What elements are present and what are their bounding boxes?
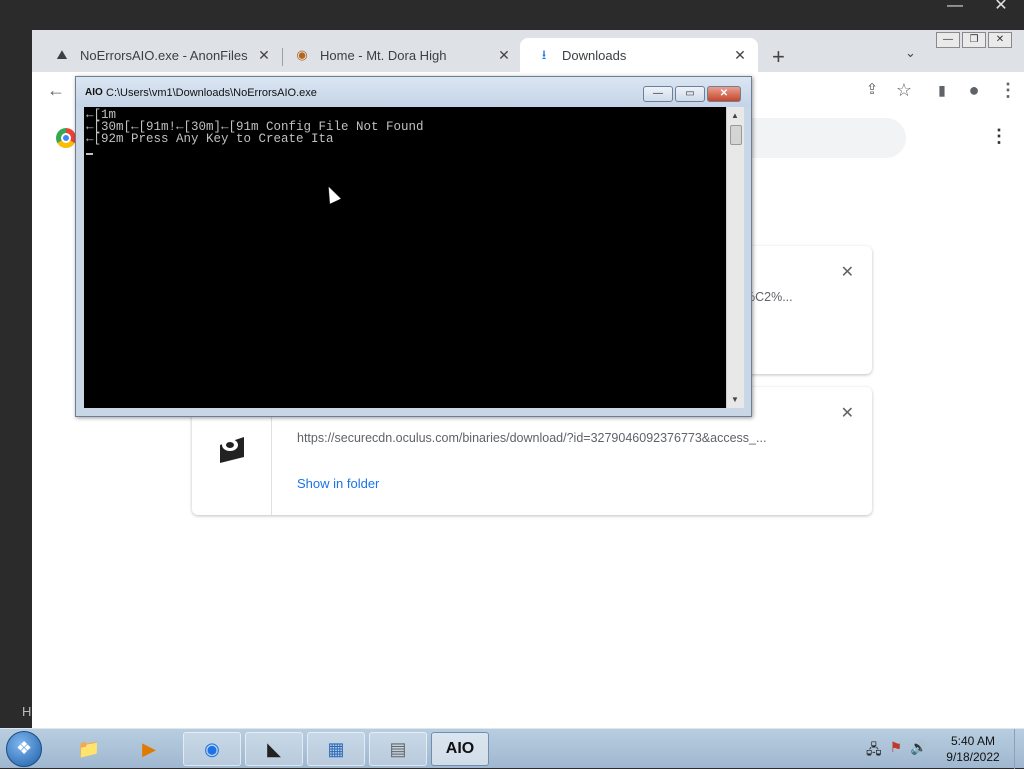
tab-title: Downloads xyxy=(562,47,627,63)
console-scrollbar[interactable]: ▲ ▼ xyxy=(726,107,744,408)
download-icon: ⭳ xyxy=(541,47,547,62)
console-output[interactable]: ←[1m ←[30m[←[91m!←[30m]←[91m Config File … xyxy=(84,107,726,408)
taskbar-aio-icon[interactable]: AIO xyxy=(431,732,489,766)
action-center-flag-icon[interactable]: ⚑ xyxy=(890,739,903,763)
clock-time: 5:40 AM xyxy=(950,734,996,748)
console-close-button[interactable]: ✕ xyxy=(707,86,741,102)
close-icon[interactable]: ✕ xyxy=(496,47,512,64)
taskbar-explorer-icon[interactable]: 📁 xyxy=(60,732,118,766)
close-icon[interactable]: ✕ xyxy=(841,262,854,282)
scroll-down-arrow-icon[interactable]: ▼ xyxy=(731,395,739,404)
clock[interactable]: 5:40 AM 9/18/2022 xyxy=(938,733,1008,765)
side-panel-icon[interactable]: ▮ xyxy=(930,82,954,99)
tab-mtdora[interactable]: ◉ Home - Mt. Dora High ✕ xyxy=(278,38,522,72)
start-button[interactable]: ❖ xyxy=(6,731,42,767)
share-icon[interactable]: ⇪ xyxy=(860,80,884,98)
console-window-controls: — ▭ ✕ xyxy=(643,86,741,102)
windows-logo-icon: ❖ xyxy=(16,738,33,758)
tab-title: NoErrorsAIO.exe - AnonFiles xyxy=(80,47,248,63)
browser-menu-icon[interactable]: ⋮ xyxy=(996,80,1020,101)
taskbar: ❖ 📁 ▶ ◉ ◣ ▦ ▤ AIO 🖧 ⚑ 🔊 5:40 AM 9/18/202… xyxy=(0,728,1024,769)
taskbar-firewall-icon[interactable]: ▤ xyxy=(369,732,427,766)
close-icon[interactable]: ✕ xyxy=(256,47,272,64)
close-icon[interactable]: ✕ xyxy=(841,403,854,423)
desktop-top-bar xyxy=(0,0,1024,30)
console-titlebar[interactable]: AIO C:\Users\vm1\Downloads\NoErrorsAIO.e… xyxy=(76,77,751,107)
desktop-edge-letter: H xyxy=(22,704,32,719)
restore-button[interactable]: ❐ xyxy=(962,32,986,48)
aio-icon: AIO xyxy=(85,87,103,98)
chrome-logo-icon xyxy=(56,128,76,148)
outer-close-button[interactable]: ✕ xyxy=(978,0,1024,14)
window-close-button[interactable]: ✕ xyxy=(988,32,1012,48)
oculus-file-icon xyxy=(220,437,244,463)
outer-minimize-button[interactable]: — xyxy=(932,0,978,14)
minimize-button[interactable]: — xyxy=(936,32,960,48)
scroll-up-arrow-icon[interactable]: ▲ xyxy=(731,111,739,120)
taskbar-control-panel-icon[interactable]: ▦ xyxy=(307,732,365,766)
scrollbar-thumb[interactable] xyxy=(730,125,742,145)
downloads-menu-icon[interactable]: ⋮ xyxy=(990,126,1008,147)
taskbar-chrome-icon[interactable]: ◉ xyxy=(183,732,241,766)
tab-downloads[interactable]: ⭳ Downloads ✕ xyxy=(520,38,758,72)
console-line: ←[92m Press Any Key to Create Ita xyxy=(86,132,334,146)
volume-icon[interactable]: 🔊 xyxy=(910,739,927,763)
mtdora-icon: ◉ xyxy=(296,47,308,62)
console-minimize-button[interactable]: — xyxy=(643,86,673,102)
taskbar-oculus-icon[interactable]: ◣ xyxy=(245,732,303,766)
text-cursor xyxy=(86,153,93,155)
show-desktop-button[interactable] xyxy=(1014,729,1024,769)
system-tray: 🖧 ⚑ 🔊 xyxy=(866,739,928,763)
profile-avatar-icon[interactable]: ● xyxy=(962,80,986,101)
bookmark-star-icon[interactable]: ☆ xyxy=(892,80,916,101)
network-icon[interactable]: 🖧 xyxy=(866,739,882,763)
back-button[interactable]: ← xyxy=(44,80,68,101)
tab-anonfiles[interactable]: ⛰ NoErrorsAIO.exe - AnonFiles ✕ xyxy=(38,38,282,72)
window-controls: — ❐ ✕ xyxy=(936,32,1012,48)
console-window: AIO C:\Users\vm1\Downloads\NoErrorsAIO.e… xyxy=(75,76,752,417)
show-in-folder-link[interactable]: Show in folder xyxy=(297,476,379,491)
console-maximize-button[interactable]: ▭ xyxy=(675,86,705,102)
tab-title: Home - Mt. Dora High xyxy=(320,47,447,63)
taskbar-media-player-icon[interactable]: ▶ xyxy=(120,732,178,766)
download-url[interactable]: https://securecdn.oculus.com/binaries/do… xyxy=(297,431,766,445)
clock-date: 9/18/2022 xyxy=(946,750,1000,764)
tab-strip: ⛰ NoErrorsAIO.exe - AnonFiles ✕ ◉ Home -… xyxy=(32,30,1024,72)
console-title: C:\Users\vm1\Downloads\NoErrorsAIO.exe xyxy=(106,87,317,99)
anonfiles-icon: ⛰ xyxy=(56,47,68,62)
tab-search-button[interactable]: ⌄ xyxy=(905,45,916,61)
close-icon[interactable]: ✕ xyxy=(732,47,748,64)
new-tab-button[interactable]: + xyxy=(772,44,785,70)
